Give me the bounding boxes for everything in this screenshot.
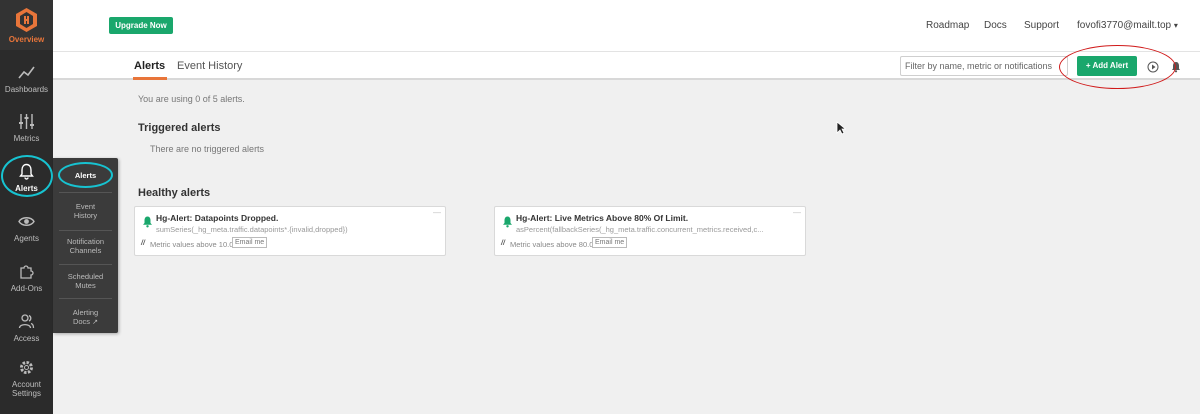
- add-alert-highlight-ring: [1059, 45, 1176, 89]
- sidebar-item-label: Add-Ons: [10, 284, 43, 293]
- sidebar-item-agents[interactable]: Agents: [0, 209, 53, 255]
- hosted-graphite-logo-icon: [16, 8, 37, 32]
- alerts-highlight-ring: [1, 155, 53, 197]
- condition-icon: //: [501, 240, 505, 247]
- divider: [59, 230, 112, 231]
- support-link[interactable]: Support: [1024, 20, 1059, 31]
- overview-logo[interactable]: Overview: [0, 0, 53, 50]
- flyout-item-alerting-docs[interactable]: Alerting Docs ↗: [53, 308, 118, 327]
- chevron-down-icon: ▾: [1173, 21, 1178, 30]
- condition-icon: //: [141, 240, 145, 247]
- gear-icon: [20, 361, 33, 374]
- sidebar-item-add-ons[interactable]: Add-Ons: [0, 259, 53, 305]
- flyout-item-event-history[interactable]: Event History: [53, 202, 118, 220]
- top-header: Upgrade Now Roadmap Docs Support fovofi3…: [53, 0, 1200, 52]
- external-link-icon: ↗: [92, 319, 99, 326]
- alert-usage-text: You are using 0 of 5 alerts.: [138, 94, 245, 104]
- healthy-alerts-heading: Healthy alerts: [138, 187, 211, 199]
- active-tab-indicator: [133, 77, 167, 80]
- sidebar-item-dashboards[interactable]: Dashboards: [0, 60, 53, 106]
- puzzle-icon: [20, 265, 34, 279]
- alert-query: sumSeries(_hg_meta.traffic.datapoints*.{…: [156, 225, 348, 234]
- notify-badge: Email me: [232, 237, 268, 248]
- tab-alerts[interactable]: Alerts: [134, 60, 165, 72]
- alert-title: Hg-Alert: Datapoints Dropped.: [156, 213, 279, 223]
- divider: [59, 264, 112, 265]
- alert-title: Hg-Alert: Live Metrics Above 80% Of Limi…: [516, 213, 689, 223]
- divider: [59, 192, 112, 193]
- sidebar-item-access[interactable]: Access: [0, 309, 53, 355]
- sidebar-item-label: Account Settings: [12, 380, 41, 398]
- docs-link[interactable]: Docs: [984, 20, 1007, 31]
- alert-card[interactable]: Hg-Alert: Live Metrics Above 80% Of Limi…: [494, 206, 806, 256]
- bell-icon: [503, 216, 512, 228]
- triggered-empty-text: There are no triggered alerts: [150, 144, 265, 154]
- flyout-item-notification-channels[interactable]: Notification Channels: [53, 237, 118, 255]
- sliders-icon: [19, 114, 34, 129]
- sidebar-item-metrics[interactable]: Metrics: [0, 109, 53, 155]
- flyout-alerts-highlight-ring: [58, 162, 113, 188]
- mouse-cursor-icon: [836, 121, 846, 135]
- flyout-item-scheduled-mutes[interactable]: Scheduled Mutes: [53, 272, 118, 290]
- triggered-alerts-heading: Triggered alerts: [138, 122, 221, 134]
- sidebar-item-label: Dashboards: [4, 85, 49, 94]
- sidebar-item-label: Agents: [14, 234, 39, 243]
- user-email: fovofi3770@mailt.top: [1077, 20, 1172, 31]
- alerts-toolbar: Alerts Event History + Add Alert: [53, 52, 1200, 80]
- sidebar-item-label: Access: [13, 334, 40, 343]
- filter-input[interactable]: [900, 56, 1068, 76]
- minimize-icon[interactable]: —: [793, 208, 801, 217]
- overview-label: Overview: [8, 35, 45, 44]
- roadmap-link[interactable]: Roadmap: [926, 20, 969, 31]
- divider: [59, 298, 112, 299]
- sidebar: Overview Dashboards Metrics Alerts Agent…: [0, 0, 53, 414]
- sidebar-item-label: Metrics: [13, 134, 40, 143]
- user-menu[interactable]: fovofi3770@mailt.top ▾: [1077, 20, 1178, 31]
- tab-event-history[interactable]: Event History: [177, 60, 242, 72]
- eye-icon: [18, 217, 35, 226]
- alert-query: asPercent(fallbackSeries(_hg_meta.traffi…: [516, 225, 764, 234]
- minimize-icon[interactable]: —: [433, 208, 441, 217]
- alert-card[interactable]: Hg-Alert: Datapoints Dropped. sumSeries(…: [134, 206, 446, 256]
- alert-condition: Metric values above 10.0: [150, 240, 234, 249]
- alert-condition: Metric values above 80.0: [510, 240, 594, 249]
- users-icon: [18, 314, 35, 329]
- chart-line-icon: [18, 66, 35, 79]
- bell-icon: [143, 216, 152, 228]
- upgrade-now-button[interactable]: Upgrade Now: [109, 17, 173, 34]
- sidebar-item-account-settings[interactable]: Account Settings: [0, 355, 53, 410]
- notify-badge: Email me: [592, 237, 628, 248]
